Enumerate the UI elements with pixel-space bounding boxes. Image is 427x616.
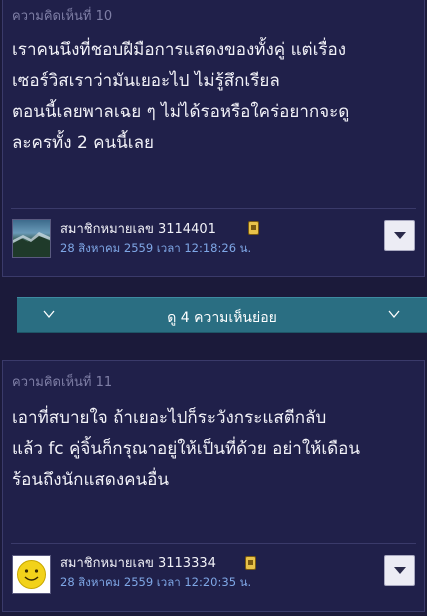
comment-body-line: ละครทั้ง 2 คนนี้เลย (12, 133, 154, 153)
comment-options-button[interactable] (384, 220, 415, 251)
avatar[interactable] (12, 219, 51, 258)
landscape-photo-icon (13, 232, 50, 257)
comment-timestamp: 28 สิงหาคม 2559 เวลา 12:18:26 น. (60, 241, 252, 255)
member-id[interactable]: สมาชิกหมายเลข 3114401 (60, 218, 216, 239)
comment-card: ความคิดเห็นที่ 11 เอาที่สบายใจ ถ้าเยอะไป… (2, 360, 425, 612)
comment-number-label: ความคิดเห็นที่ 10 (12, 9, 113, 24)
member-badge-icon (245, 556, 256, 570)
view-replies-label: ดู 4 ความเห็นย่อย (167, 310, 277, 326)
member-badge-icon (248, 221, 259, 235)
comment-body-line: เอาที่สบายใจ ถ้าเยอะไปก็ระวังกระแสตีกลับ (12, 408, 327, 428)
divider (11, 543, 416, 544)
view-replies-button[interactable]: ดู 4 ความเห็นย่อย (17, 297, 427, 333)
caret-down-icon (394, 567, 406, 574)
comment-options-button[interactable] (384, 555, 415, 586)
comment-timestamp: 28 สิงหาคม 2559 เวลา 12:20:35 น. (60, 575, 252, 589)
chevron-down-icon (388, 310, 400, 319)
smiley-face-icon (17, 560, 46, 589)
divider (11, 208, 416, 209)
comment-card: ความคิดเห็นที่ 10 เราคนนึงที่ชอบฝีมือการ… (2, 0, 425, 277)
comment-body-line: ตอนนี้เลยพาลเฉย ๆ ไม่ได้รอหรือใคร่อยากจะ… (12, 102, 350, 122)
comment-body-line: แล้ว fc คู่จิ้นก็กรุณาอยู่ให้เป็นที่ด้วย… (12, 439, 361, 459)
avatar[interactable] (12, 555, 51, 594)
comment-body-line: เซอร์วิสเราว่ามันเยอะไป ไม่รู้สึกเรียล (12, 71, 280, 91)
member-id[interactable]: สมาชิกหมายเลข 3113334 (60, 552, 216, 573)
comment-body-line: เราคนนึงที่ชอบฝีมือการแสดงของทั้งคู่ แต่… (12, 40, 347, 60)
comment-number-label: ความคิดเห็นที่ 11 (12, 375, 113, 390)
comment-body-line: ร้อนถึงนักแสดงคนอื่น (12, 470, 169, 490)
caret-down-icon (394, 232, 406, 239)
